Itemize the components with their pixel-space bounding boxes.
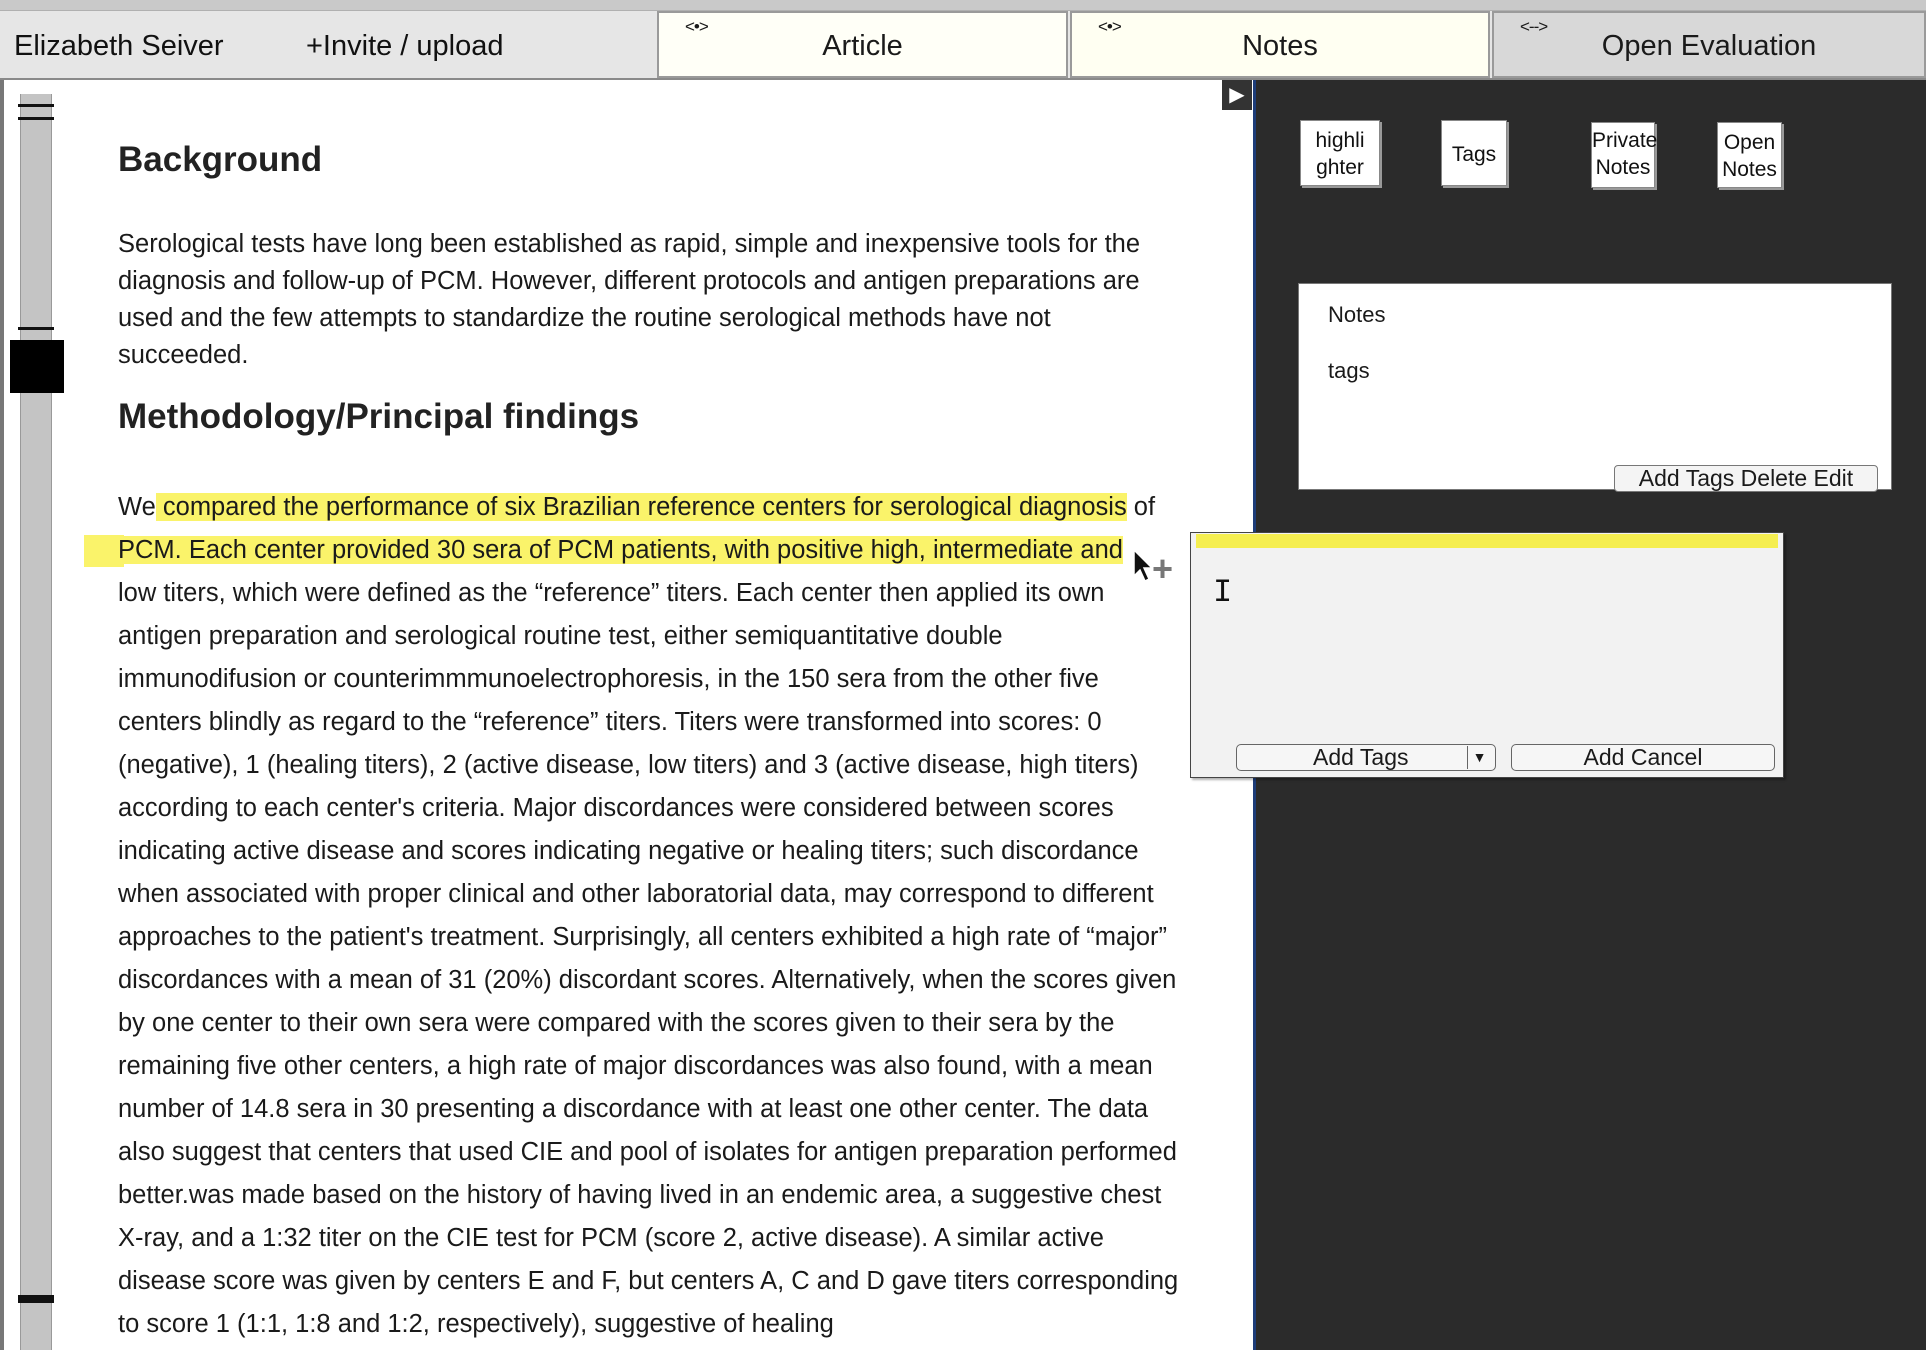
invite-upload-link[interactable]: +Invite / upload (306, 30, 504, 63)
tab-open-evaluation-label: Open Evaluation (1601, 30, 1817, 62)
private-notes-button[interactable]: Private Notes (1591, 122, 1657, 188)
note-card-notes-label: Notes (1328, 302, 1386, 327)
user-name[interactable]: Elizabeth Seiver (14, 30, 224, 63)
note-card-actions-button[interactable]: Add Tags Delete Edit (1614, 465, 1878, 492)
background-paragraph: Serological tests have long been establi… (118, 230, 1141, 369)
scrollbar-top-line (18, 104, 54, 107)
scrollbar-track[interactable] (20, 94, 52, 1350)
window-top-strip (0, 0, 1926, 11)
note-card (1298, 283, 1892, 490)
methodology-heading: Methodology/Principal findings (118, 397, 640, 436)
popup-highlight-bar (1196, 534, 1778, 548)
add-cancel-button[interactable]: Add Cancel (1511, 744, 1775, 771)
add-tags-dropdown[interactable]: Add Tags ▼ (1236, 744, 1496, 771)
background-heading: Background (118, 140, 323, 179)
scrollbar-top-line (18, 117, 54, 120)
open-notes-button[interactable]: Open Notes (1717, 122, 1782, 188)
plus-icon: + (1152, 548, 1174, 589)
chevron-down-icon[interactable]: ▼ (1467, 746, 1491, 769)
methodology-text-start: We (118, 493, 156, 521)
highlighted-text[interactable]: PCM. Each center provided 30 sera of PCM… (118, 536, 1123, 564)
tab-notes[interactable]: <•> Notes (1070, 11, 1490, 78)
text-caret-icon[interactable]: I (1213, 574, 1232, 611)
methodology-text-rest: low titers, which were defined as the “r… (118, 579, 1179, 1338)
scrollbar-bottom-marker (18, 1295, 54, 1303)
methodology-text: of (1126, 493, 1156, 521)
methodology-paragraph[interactable]: We compared the performance of six Brazi… (118, 486, 1188, 1346)
left-frame-border (0, 80, 4, 1350)
scrollbar-thumb[interactable] (10, 340, 64, 393)
highlighted-text[interactable]: compared the performance of six Brazilia… (155, 493, 1127, 521)
note-card-tags-label: tags (1328, 358, 1370, 383)
add-tags-label: Add Tags (1313, 744, 1409, 770)
tab-open-evaluation[interactable]: <--> Open Evaluation (1492, 11, 1926, 78)
tab-article[interactable]: <•> Article (657, 11, 1068, 78)
tab-notes-label: Notes (1242, 30, 1318, 62)
annotation-popup (1190, 532, 1784, 778)
play-triangle-icon[interactable]: ▶ (1222, 80, 1252, 110)
highlighter-button[interactable]: highli ghter (1300, 120, 1380, 186)
tags-button[interactable]: Tags (1441, 120, 1507, 186)
scrollbar-marker (18, 327, 54, 330)
tab-article-label: Article (822, 30, 903, 62)
